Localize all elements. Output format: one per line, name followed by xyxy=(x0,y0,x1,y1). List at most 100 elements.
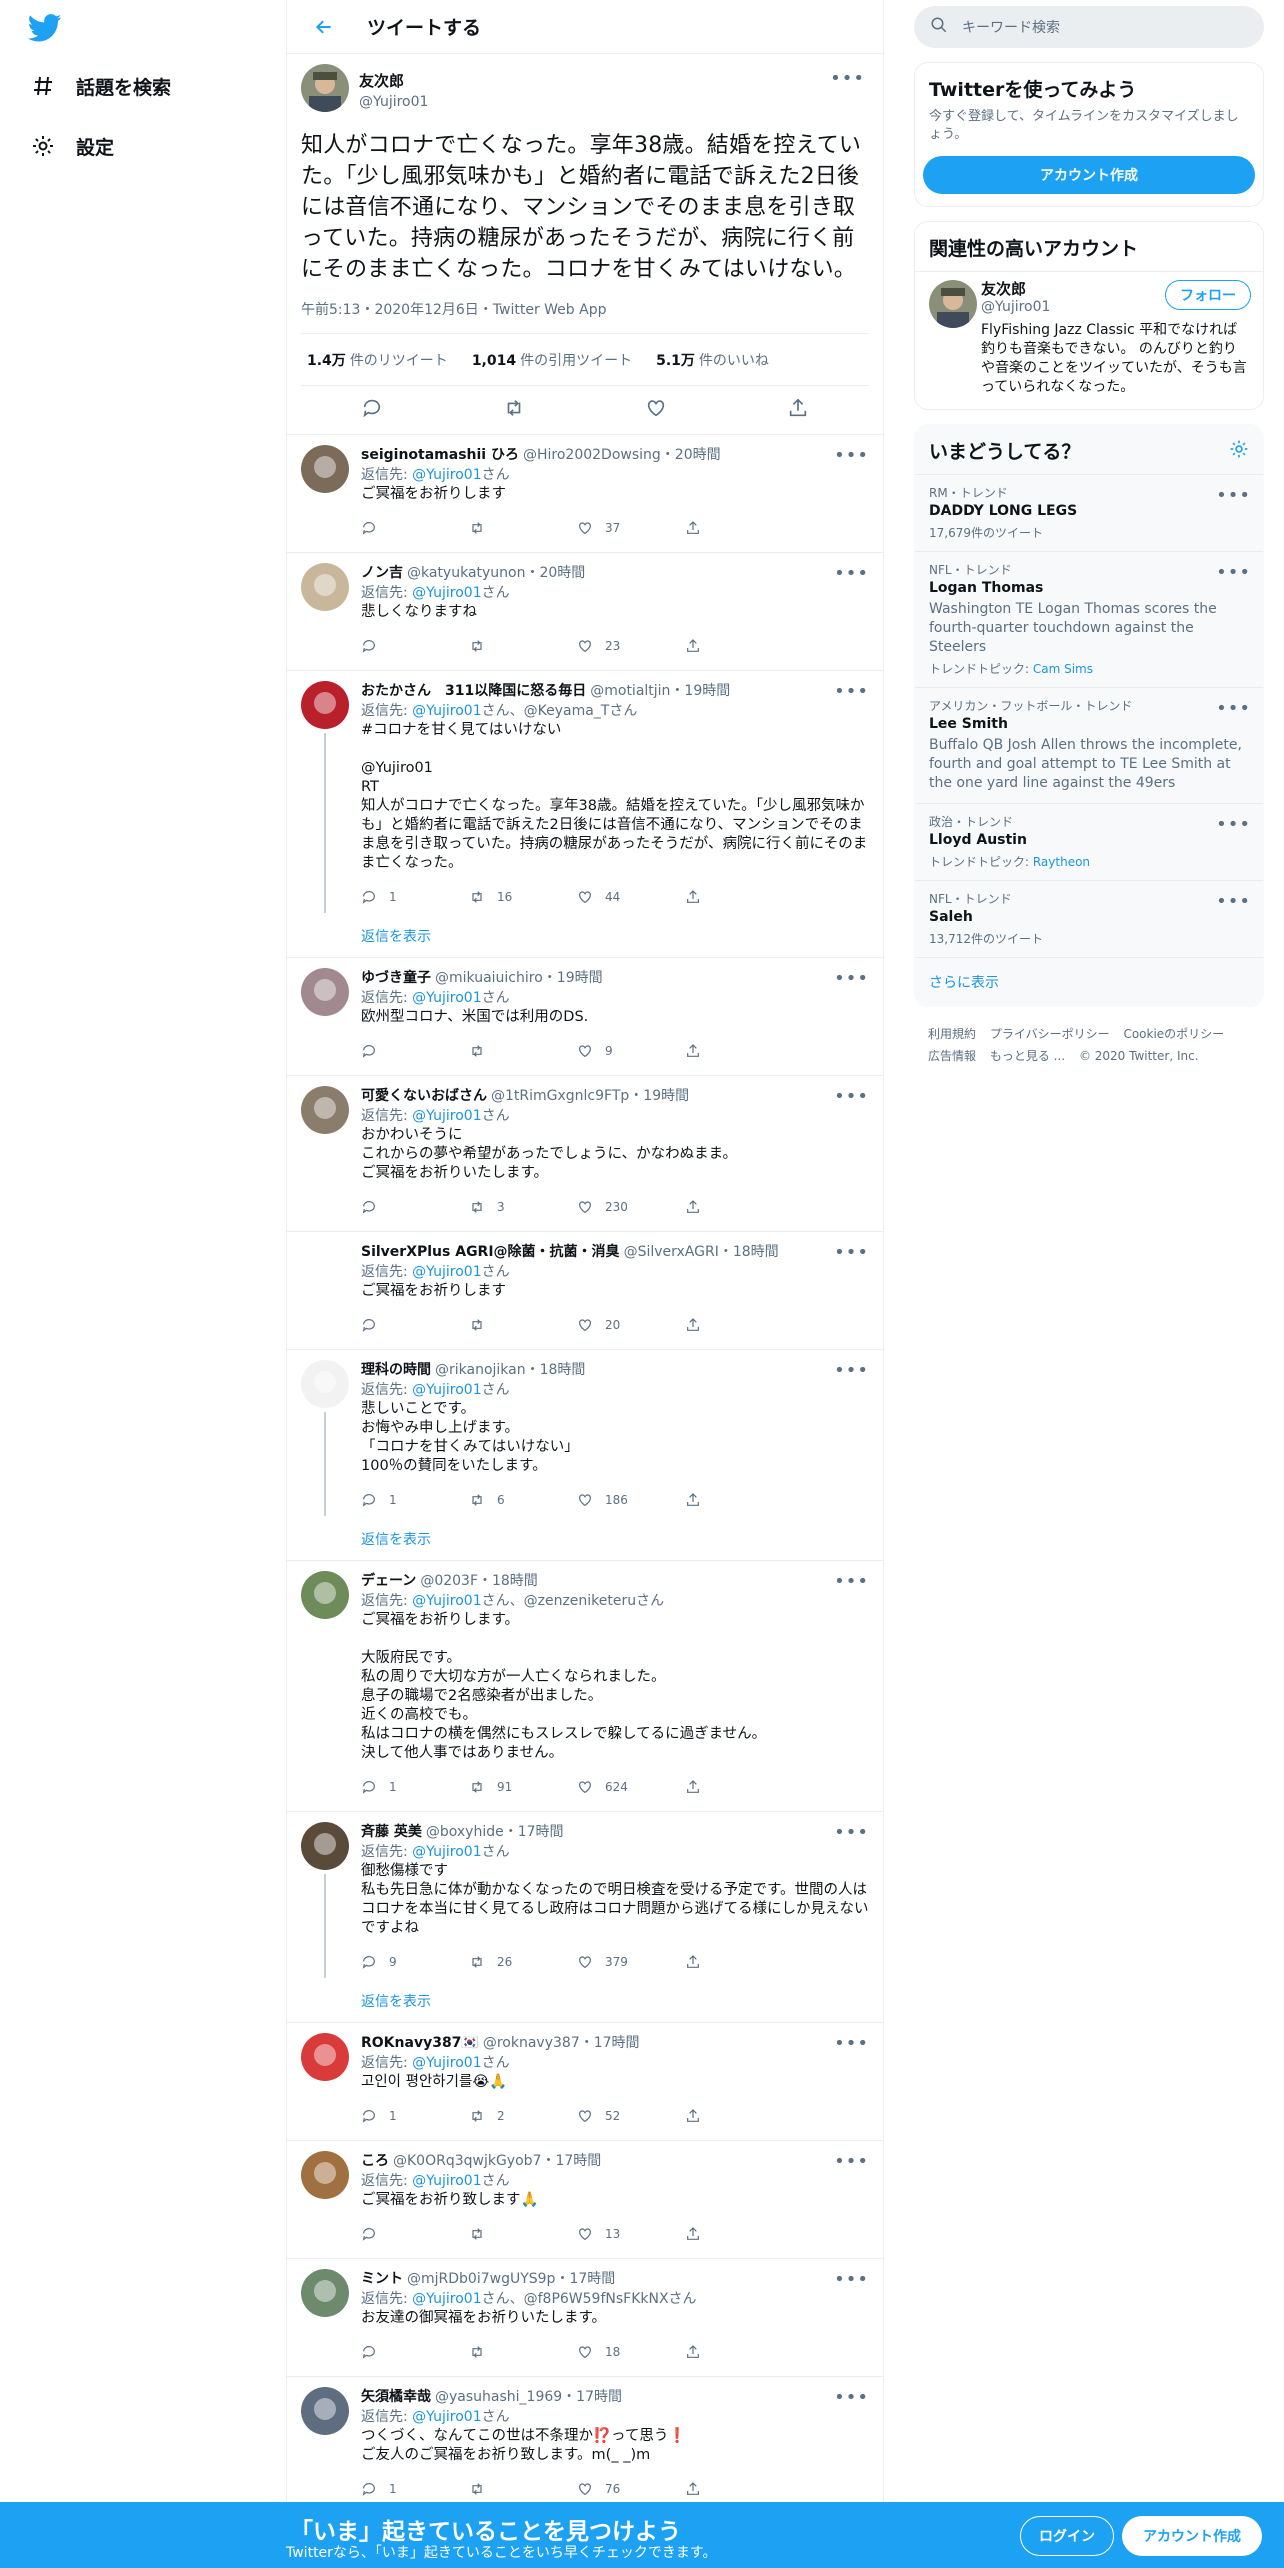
reply-author-handle[interactable]: @katyukatyunon・20時間 xyxy=(407,563,585,583)
reply-author-name[interactable]: 斉藤 英美 xyxy=(361,1822,422,1842)
reply-author-name[interactable]: ROKnavy387🇰🇷 xyxy=(361,2033,479,2053)
reply-to-link[interactable]: @Yujiro01 xyxy=(412,2173,481,2189)
share-button[interactable] xyxy=(685,638,793,654)
reply-button[interactable] xyxy=(361,2344,469,2360)
share-button[interactable] xyxy=(685,2481,793,2497)
share-button[interactable] xyxy=(685,520,793,536)
avatar[interactable] xyxy=(301,2387,349,2435)
more-options-icon[interactable]: ••• xyxy=(1216,814,1251,835)
reply-author-handle[interactable]: @boxyhide・17時間 xyxy=(426,1822,564,1842)
reply-author-name[interactable]: SilverXPlus AGRI@除菌・抗菌・消臭 xyxy=(361,1242,620,1262)
reply-to-link[interactable]: @Yujiro01 xyxy=(412,585,481,601)
tweet-timestamp[interactable]: 午前5:13・2020年12月6日・Twitter Web App xyxy=(301,299,869,334)
reply-author-name[interactable]: ミント xyxy=(361,2269,403,2289)
avatar[interactable] xyxy=(301,2033,349,2081)
login-button[interactable]: ログイン xyxy=(1020,2516,1114,2556)
retweet-button[interactable] xyxy=(469,1317,577,1333)
like-button[interactable]: 624 xyxy=(577,1779,685,1795)
reply-to-link[interactable]: @Yujiro01 xyxy=(412,1593,481,1609)
retweet-button[interactable]: 6 xyxy=(469,1492,577,1508)
reply-button[interactable]: 9 xyxy=(361,1954,469,1970)
reply-author-name[interactable]: 可愛くないおばさん xyxy=(361,1086,487,1106)
show-more-trends[interactable]: さらに表示 xyxy=(915,958,1263,1006)
reply-author-handle[interactable]: @mjRDb0i7wgUYS9p・17時間 xyxy=(407,2269,615,2289)
reply-to-link[interactable]: @Yujiro01 xyxy=(412,1382,481,1398)
reply-button[interactable]: 1 xyxy=(361,1779,469,1795)
reply-tweet[interactable]: ••• ころ @K0ORq3qwjkGyob7・17時間 返信先: @Yujiro01… xyxy=(287,2141,883,2259)
like-button[interactable]: 186 xyxy=(577,1492,685,1508)
search-input[interactable]: キーワード検索 xyxy=(914,6,1264,48)
reply-to-link[interactable]: @Yujiro01 xyxy=(412,1844,481,1860)
footer-link[interactable]: Cookieのポリシー xyxy=(1123,1027,1224,1041)
trend-item[interactable]: ••• NFL・トレンド Logan Thomas Washington TE Log… xyxy=(915,552,1263,688)
reply-author-handle[interactable]: @rikanojikan・18時間 xyxy=(435,1360,585,1380)
follow-button[interactable]: フォロー xyxy=(1165,280,1251,310)
reply-button[interactable]: 1 xyxy=(361,2481,469,2497)
share-button[interactable] xyxy=(685,889,793,905)
more-options-icon[interactable]: ••• xyxy=(1216,698,1251,719)
reply-to-link[interactable]: @Yujiro01 xyxy=(412,2409,481,2425)
reply-author-handle[interactable]: @mikuaiuichiro・19時間 xyxy=(435,968,603,988)
trend-item[interactable]: ••• RM・トレンド DADDY LONG LEGS 17,679件のツイート xyxy=(915,475,1263,552)
more-options-icon[interactable]: ••• xyxy=(834,681,869,702)
footer-link[interactable]: もっと見る ... xyxy=(990,1049,1065,1063)
like-button[interactable]: 9 xyxy=(577,1043,685,1059)
reply-button[interactable] xyxy=(361,2226,469,2242)
more-options-icon[interactable]: ••• xyxy=(834,2269,869,2290)
retweet-button[interactable]: 16 xyxy=(469,889,577,905)
reply-button[interactable] xyxy=(361,1043,469,1059)
reply-tweet[interactable]: ••• ゆづき童子 @mikuaiuichiro・19時間 返信先: @Yujiro0… xyxy=(287,958,883,1076)
reply-button[interactable] xyxy=(361,520,469,536)
footer-link[interactable]: 利用規約 xyxy=(928,1027,976,1041)
retweet-button[interactable]: 3 xyxy=(469,1199,577,1215)
like-button[interactable]: 379 xyxy=(577,1954,685,1970)
reply-button[interactable] xyxy=(361,1199,469,1215)
reply-to-link[interactable]: @Yujiro01 xyxy=(412,467,481,483)
reply-author-name[interactable]: 理科の時間 xyxy=(361,1360,431,1380)
like-button[interactable]: 44 xyxy=(577,889,685,905)
more-options-icon[interactable]: ••• xyxy=(1216,891,1251,912)
show-replies-link[interactable]: 返信を表示 xyxy=(361,1518,869,1560)
share-button[interactable] xyxy=(685,2226,793,2242)
share-button[interactable] xyxy=(685,1492,793,1508)
retweet-count[interactable]: 1.4万 件のリツイート xyxy=(307,350,448,370)
reply-to-link[interactable]: @Yujiro01 xyxy=(412,2055,481,2071)
create-account-button[interactable]: アカウント作成 xyxy=(923,156,1255,194)
reply-button[interactable]: 1 xyxy=(361,2108,469,2124)
retweet-button[interactable] xyxy=(469,1043,577,1059)
like-count[interactable]: 5.1万 件のいいね xyxy=(656,350,769,370)
signup-button[interactable]: アカウント作成 xyxy=(1122,2516,1262,2556)
retweet-button[interactable]: 91 xyxy=(469,1779,577,1795)
author-handle[interactable]: @Yujiro01 xyxy=(359,94,428,110)
like-button[interactable]: 230 xyxy=(577,1199,685,1215)
share-button[interactable] xyxy=(685,2344,793,2360)
reply-button[interactable] xyxy=(361,638,469,654)
reply-author-name[interactable]: ゆづき童子 xyxy=(361,968,431,988)
reply-button[interactable]: 1 xyxy=(361,1492,469,1508)
share-icon[interactable] xyxy=(787,397,809,423)
share-button[interactable] xyxy=(685,1199,793,1215)
reply-button[interactable] xyxy=(361,1317,469,1333)
like-button[interactable]: 52 xyxy=(577,2108,685,2124)
reply-button[interactable]: 1 xyxy=(361,889,469,905)
reply-tweet[interactable]: ••• デェーン @0203F・18時間 返信先: @Yujiro01さん、@zenz… xyxy=(287,1561,883,1812)
more-options-icon[interactable]: ••• xyxy=(1216,562,1251,583)
avatar[interactable] xyxy=(301,1822,349,1870)
share-button[interactable] xyxy=(685,1317,793,1333)
reply-author-name[interactable]: seiginotamashii ひろ xyxy=(361,445,519,465)
avatar[interactable] xyxy=(301,1242,349,1290)
reply-tweet[interactable]: ••• 矢須橘幸哉 @yasuhashi_1969・17時間 返信先: @Yujiro… xyxy=(287,2377,883,2514)
more-options-icon[interactable]: ••• xyxy=(834,1571,869,1592)
reply-to-link[interactable]: @Yujiro01 xyxy=(412,2291,481,2307)
more-options-icon[interactable]: ••• xyxy=(834,2033,869,2054)
reply-tweet[interactable]: ••• SilverXPlus AGRI@除菌・抗菌・消臭 @SilverxAGRI… xyxy=(287,1232,883,1350)
avatar[interactable] xyxy=(301,2151,349,2199)
reply-to-link[interactable]: @Yujiro01 xyxy=(412,990,481,1006)
like-button[interactable]: 37 xyxy=(577,520,685,536)
like-button[interactable]: 76 xyxy=(577,2481,685,2497)
share-button[interactable] xyxy=(685,1779,793,1795)
more-options-icon[interactable]: ••• xyxy=(1216,485,1251,506)
reply-author-name[interactable]: ころ xyxy=(361,2151,389,2171)
reply-author-handle[interactable]: @yasuhashi_1969・17時間 xyxy=(435,2387,622,2407)
reply-tweet[interactable]: ••• ミント @mjRDb0i7wgUYS9p・17時間 返信先: @Yujiro0… xyxy=(287,2259,883,2377)
